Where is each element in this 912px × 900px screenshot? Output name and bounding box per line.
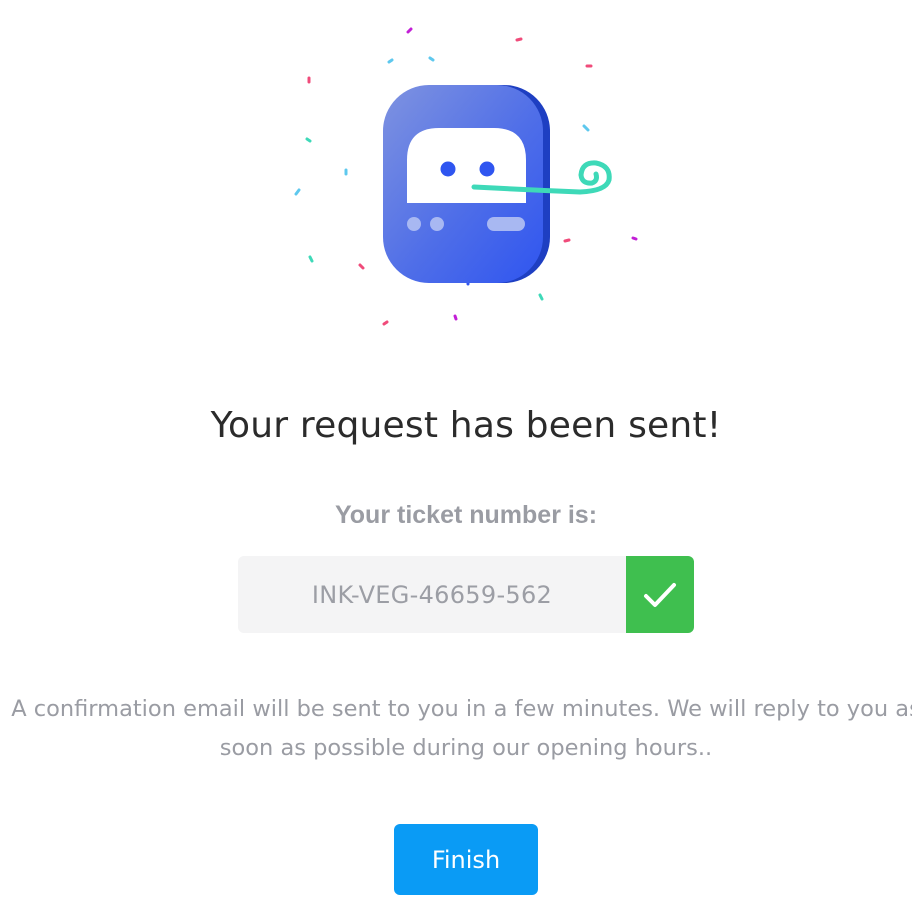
ticket-number-label: Your ticket number is: — [334, 501, 598, 529]
checkmark-icon — [644, 582, 676, 607]
ticket-number-value: INK-VEG-46659-562 — [238, 556, 626, 633]
page-title: Your request has been sent! — [210, 405, 722, 446]
ticket-status-badge — [626, 556, 694, 633]
party-robot-icon — [383, 85, 612, 283]
finish-button[interactable]: Finish — [394, 824, 538, 895]
party-robot-illustration — [294, 27, 638, 326]
confirmation-message: A confirmation email will be sent to you… — [11, 696, 912, 761]
confirmation-page: Your request has been sent! Your ticket … — [0, 0, 912, 900]
ticket-number-box: INK-VEG-46659-562 — [238, 556, 694, 633]
